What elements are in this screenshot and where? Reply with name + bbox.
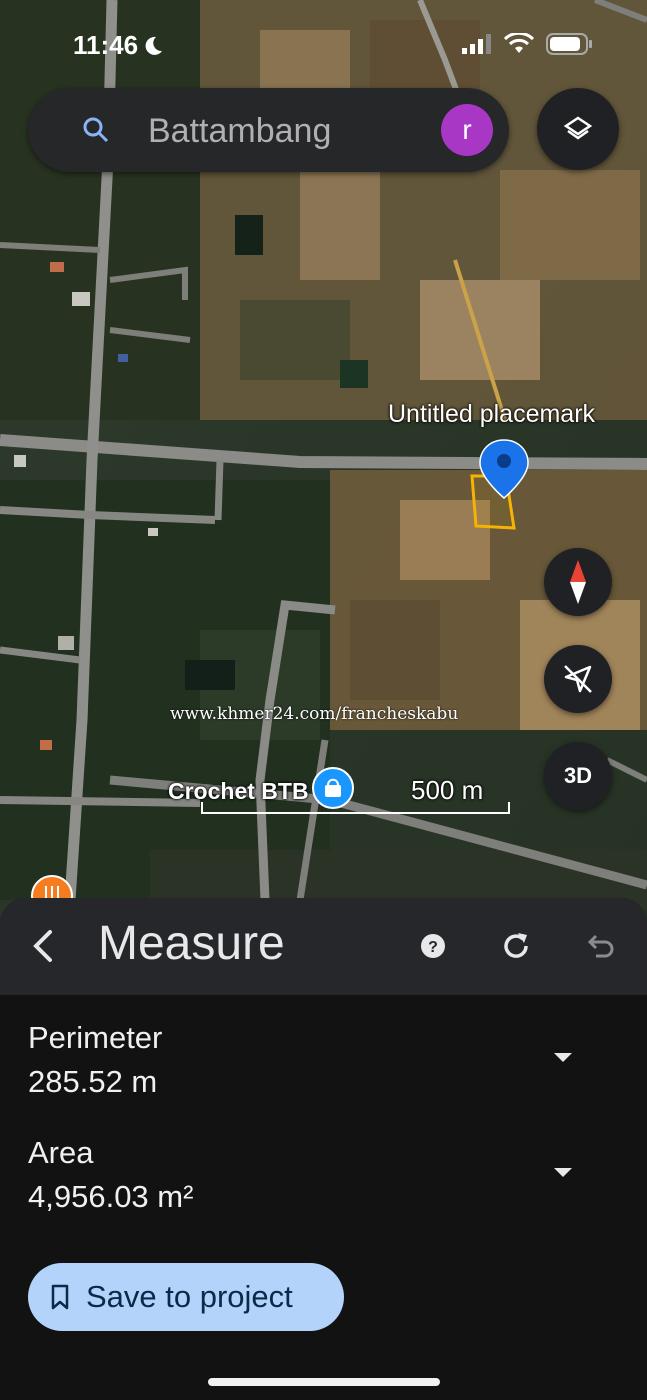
compass-icon [570, 560, 586, 604]
area-metric: Area 4,956.03 m² [28, 1135, 193, 1215]
status-bar: 11:46 [0, 0, 647, 80]
watermark: www.khmer24.com/francheskabu [170, 704, 459, 724]
compass-button[interactable] [544, 548, 612, 616]
help-icon[interactable]: ? [416, 929, 450, 963]
save-to-project-button[interactable]: Save to project [28, 1263, 344, 1331]
location-off-icon [564, 665, 592, 693]
status-time-text: 11:46 [73, 30, 139, 60]
moon-icon [145, 36, 163, 55]
poi-label[interactable]: Crochet BTB [168, 778, 309, 805]
back-icon[interactable] [24, 926, 64, 966]
placemark-label[interactable]: Untitled placemark [388, 400, 595, 429]
bookmark-icon [51, 1284, 69, 1310]
battery-icon [546, 33, 592, 55]
location-off-button[interactable] [544, 645, 612, 713]
wifi-icon [504, 33, 534, 53]
refresh-icon[interactable] [499, 929, 533, 963]
measure-header: Measure ? [0, 898, 647, 995]
measure-title: Measure [98, 917, 285, 970]
home-indicator[interactable] [208, 1378, 440, 1386]
status-time: 11:46 [73, 30, 164, 61]
map-view[interactable]: 11:46 r [0, 0, 647, 960]
3d-toggle-button[interactable]: 3D [544, 742, 612, 810]
avatar[interactable]: r [441, 104, 493, 156]
search-input[interactable] [146, 106, 450, 156]
area-label: Area [28, 1135, 94, 1170]
undo-icon[interactable] [582, 929, 616, 963]
svg-text:?: ? [428, 939, 438, 956]
search-icon[interactable] [82, 116, 110, 144]
search-bar[interactable]: r [28, 88, 509, 172]
area-value: 4,956.03 m² [28, 1179, 194, 1214]
3d-toggle-label: 3D [563, 763, 593, 788]
scale-bar [201, 802, 510, 814]
perimeter-label: Perimeter [28, 1020, 163, 1055]
area-units-dropdown-icon[interactable] [554, 1168, 572, 1177]
save-to-project-label: Save to project [86, 1279, 293, 1314]
perimeter-metric: Perimeter 285.52 m [28, 1020, 162, 1100]
perimeter-units-dropdown-icon[interactable] [554, 1053, 572, 1062]
perimeter-value: 285.52 m [28, 1064, 158, 1099]
status-system-icons [462, 33, 592, 55]
layers-icon [563, 116, 593, 140]
signal-icon [462, 34, 491, 54]
layers-button[interactable] [537, 88, 619, 170]
